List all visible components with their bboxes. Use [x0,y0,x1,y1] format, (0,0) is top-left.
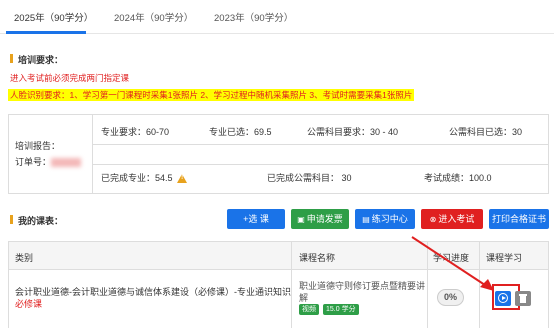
annotation-arrow [411,236,494,291]
video-tag: 视频 [299,304,319,315]
training-report-box: 培训报告： 订单号： 专业要求：60-70 专业已选：69.5 公需科目要求：3… [8,114,549,194]
exam-prerequisite-note: 进入考试前必须完成两门指定课 [10,73,130,83]
face-recognition-note: 人脸识别要求：1、学习第一门课程时采集1张照片 2、学习过程中随机采集照片 3、… [8,89,415,101]
active-tab-indicator [6,31,86,34]
my-courses-title: 我的课表： [10,214,63,227]
apply-invoice-label: 申请发票 [306,214,343,224]
major-selected: 专业已选：69.5 [209,127,272,137]
exam-icon: ⊗ [429,215,437,224]
course-category-required: 必修课 [15,299,43,309]
training-requirements-title: 培训要求： [10,53,63,66]
course-name-line2[interactable]: 解 [299,291,308,304]
practice-icon: ▤ [362,215,370,224]
select-course-button[interactable]: +选 课 [227,209,285,229]
column-course-name: 课程名称 [299,253,336,263]
report-label-cell: 培训报告： 订单号： [9,115,93,193]
public-selected: 公需科目已选：30 [449,127,523,137]
practice-center-button[interactable]: ▤ 练习中心 [355,209,415,229]
major-required: 专业要求：60-70 [101,127,170,137]
row-divider [93,164,548,165]
exam-score: 考试成绩：100.0 [424,173,492,183]
tab-2025[interactable]: 2025年（90学分） [14,10,93,24]
order-number-label: 订单号： [15,157,52,167]
order-number: 订单号： [15,155,82,168]
major-completed-value: 54.5 [155,173,173,183]
redacted-order-number [51,158,82,168]
enter-exam-button[interactable]: ⊗ 进入考试 [421,209,483,229]
invoice-icon: ▣ [297,215,305,224]
tab-2024[interactable]: 2024年（90学分） [114,10,193,24]
column-category: 类别 [15,253,34,263]
major-completed: 已完成专业：54.5 ! [101,171,188,184]
row-divider [93,144,548,145]
tab-2023[interactable]: 2023年（90学分） [214,10,293,24]
trash-can-body [520,296,526,303]
public-required: 公需科目要求：30 - 40 [307,127,399,137]
enter-exam-label: 进入考试 [438,214,475,224]
column-divider [291,242,292,328]
delete-course-button[interactable] [515,291,531,306]
major-completed-label: 已完成专业： [101,173,156,183]
year-tabs: 2025年（90学分） 2024年（90学分） 2023年（90学分） [0,0,554,34]
play-triangle [502,296,506,300]
practice-center-label: 练习中心 [371,214,408,224]
course-name-line1[interactable]: 职业道德守则修订要点暨精要讲 [299,279,425,292]
course-category: 会计职业道德-会计职业道德与诚信体系建设（必修课）-专业通识知识 [15,287,291,297]
report-label: 培训报告： [15,141,61,151]
public-completed: 已完成公需科目： 30 [267,173,352,183]
credit-tag: 15.0 学分 [323,304,359,315]
warning-icon: ! [177,174,188,184]
apply-invoice-button[interactable]: ▣ 申请发票 [291,209,349,229]
print-certificate-button[interactable]: 打印合格证书 [489,209,549,229]
